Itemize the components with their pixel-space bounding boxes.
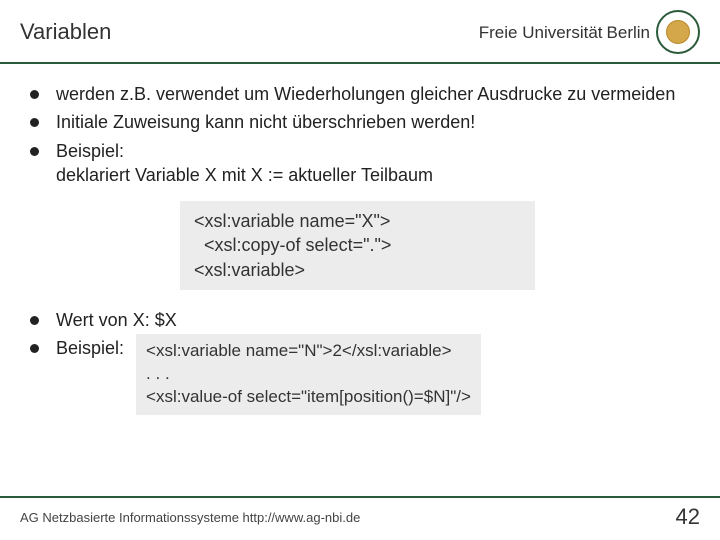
list-item: Beispiel: deklariert Variable X mit X :=… (30, 139, 690, 188)
bullet-icon (30, 316, 39, 325)
footer-text: AG Netzbasierte Informationssysteme http… (20, 510, 360, 525)
seal-inner-icon (666, 20, 690, 44)
list-item: werden z.B. verwendet um Wiederholungen … (30, 82, 690, 106)
bullet-text: Beispiel: (56, 336, 124, 360)
code-block-1: <xsl:variable name="X"> <xsl:copy-of sel… (180, 201, 535, 290)
bullet-text: Wert von X: $X (56, 310, 177, 330)
slide-footer: AG Netzbasierte Informationssysteme http… (0, 496, 720, 540)
list-item: Wert von X: $X (30, 308, 690, 332)
page-number: 42 (676, 504, 700, 530)
list-item: Initiale Zuweisung kann nicht überschrie… (30, 110, 690, 134)
bullet-text: Initiale Zuweisung kann nicht überschrie… (56, 112, 475, 132)
slide-title: Variablen (20, 19, 111, 45)
bullet-icon (30, 90, 39, 99)
bullet-list-upper: werden z.B. verwendet um Wiederholungen … (30, 82, 690, 187)
slide-content: werden z.B. verwendet um Wiederholungen … (0, 64, 720, 415)
logo-text-city: Berlin (607, 24, 650, 41)
list-item: Beispiel: <xsl:variable name="N">2</xsl:… (30, 336, 690, 415)
logo-text-pre: Freie Universität (479, 24, 603, 41)
bullet-icon (30, 118, 39, 127)
bullet-text: Beispiel: deklariert Variable X mit X :=… (56, 141, 433, 185)
bullet-icon (30, 147, 39, 156)
university-logo: Freie Universität Berlin (479, 10, 700, 54)
bullet-text: werden z.B. verwendet um Wiederholungen … (56, 84, 675, 104)
seal-icon (656, 10, 700, 54)
slide-header: Variablen Freie Universität Berlin (0, 0, 720, 64)
bullet-list-lower: Wert von X: $X Beispiel: <xsl:variable n… (30, 308, 690, 415)
code-block-2: <xsl:variable name="N">2</xsl:variable> … (136, 334, 481, 415)
logo-text: Freie Universität Berlin (479, 24, 650, 41)
bullet-icon (30, 344, 39, 353)
